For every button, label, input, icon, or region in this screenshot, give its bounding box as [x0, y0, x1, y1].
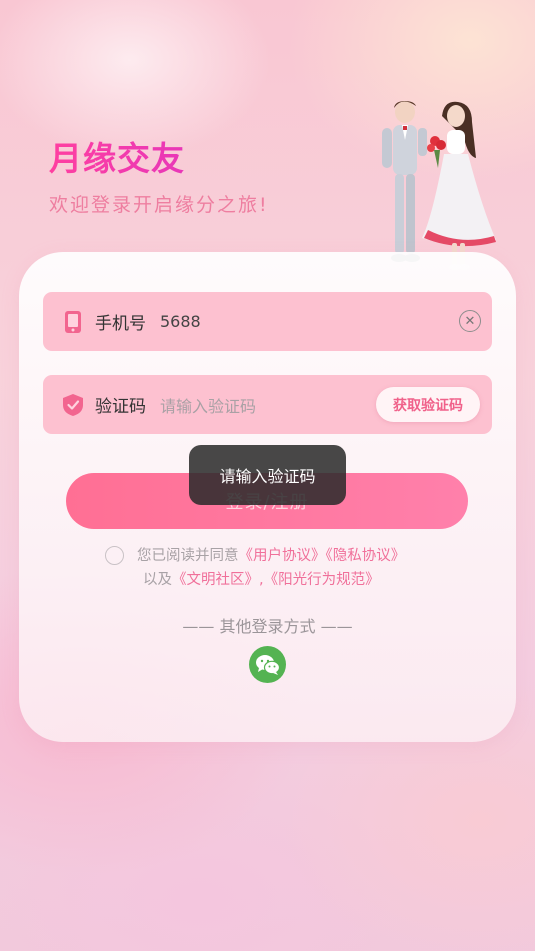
code-input[interactable]: 请输入验证码 [160, 393, 256, 417]
agreement-prefix: 您已阅读并同意 [137, 548, 239, 564]
couple-illustration [382, 101, 496, 270]
app-subtitle: 欢迎登录开启缘分之旅! [49, 194, 269, 216]
phone-icon [62, 310, 84, 334]
agreement-line-1: 您已阅读并同意《用户协议》《隐私协议》 [137, 544, 405, 565]
conduct-rules-link[interactable]: 《阳光行为规范》 [264, 572, 380, 588]
other-login-label: —— 其他登录方式 —— [182, 617, 353, 636]
shield-icon [62, 393, 84, 417]
clear-icon[interactable]: ✕ [459, 310, 481, 332]
agreement-and: 以及 [143, 572, 172, 588]
community-rules-link[interactable]: 《文明社区》 [172, 572, 259, 588]
phone-input[interactable]: 5688 [160, 312, 201, 331]
code-label: 验证码 [95, 397, 146, 417]
phone-field[interactable]: 手机号 5688 ✕ [43, 292, 492, 351]
wechat-login-button[interactable] [249, 646, 286, 683]
user-agreement-link[interactable]: 《用户协议》 [239, 548, 326, 564]
agreement-checkbox[interactable] [105, 546, 124, 565]
get-code-button[interactable]: 获取验证码 [376, 387, 480, 422]
agreement-line-2: 以及《文明社区》,《阳光行为规范》 [143, 568, 380, 589]
toast-message: 请输入验证码 [189, 445, 346, 505]
wechat-icon [255, 654, 280, 675]
verification-code-field[interactable]: 验证码 请输入验证码 获取验证码 [43, 375, 492, 434]
phone-label: 手机号 [95, 314, 146, 334]
app-title: 月缘交友 [49, 132, 185, 180]
privacy-agreement-link[interactable]: 《隐私协议》 [326, 548, 406, 564]
